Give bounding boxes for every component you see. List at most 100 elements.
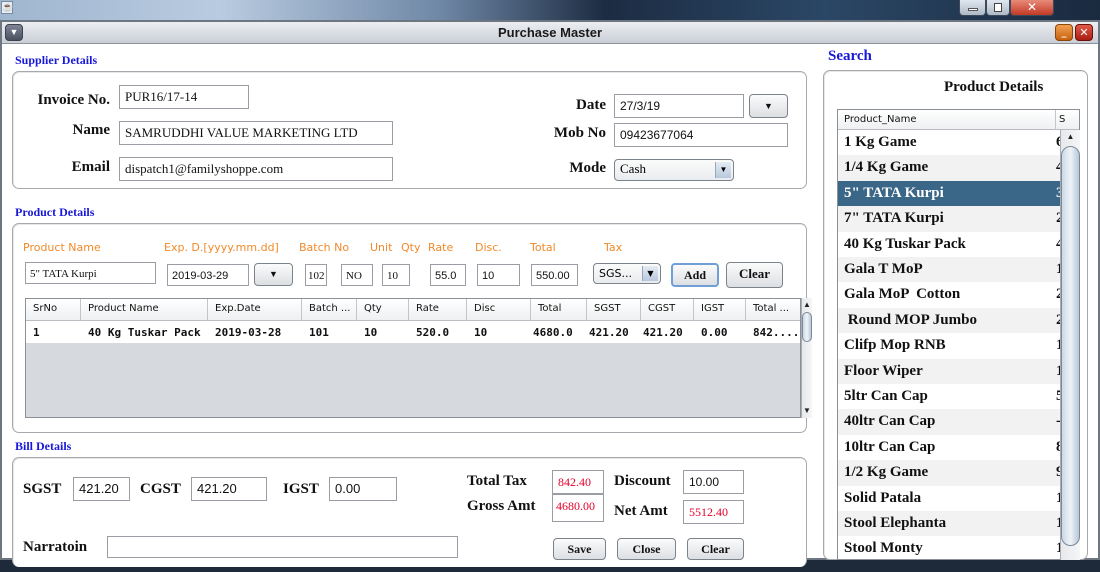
search-section-title[interactable]: Search xyxy=(828,48,872,65)
cell-exp-date: 2019-03-28 xyxy=(215,326,282,339)
list-item[interactable]: Solid Patala1 xyxy=(838,486,1061,511)
list-item[interactable]: Stool Monty1 xyxy=(838,536,1061,559)
date-picker-button[interactable]: ▼ xyxy=(749,94,788,118)
list-item[interactable]: 7" TATA Kurpi2 xyxy=(838,206,1061,232)
window-titlebar: Purchase Master xyxy=(2,22,1098,44)
list-item[interactable]: Gala MoP Cotton2 xyxy=(838,282,1061,307)
exp-date-field[interactable]: 2019-03-29 xyxy=(167,264,249,286)
scroll-down-icon[interactable]: ▼ xyxy=(802,404,812,418)
col-sgst[interactable]: SGST xyxy=(587,299,641,321)
list-item[interactable]: Clifp Mop RNB1 xyxy=(838,333,1061,358)
product-name: Gala MoP Cotton xyxy=(844,286,961,303)
net-amt-label: Net Amt xyxy=(614,503,668,519)
frame-close-button[interactable]: ✕ xyxy=(1075,24,1093,41)
os-minimize-button[interactable] xyxy=(959,0,986,16)
product-name: 7" TATA Kurpi xyxy=(844,210,944,227)
discount-field[interactable]: 10.00 xyxy=(683,470,744,494)
items-table-scrollbar[interactable]: ▲ ▼ xyxy=(801,298,812,418)
col-qty[interactable]: Qty xyxy=(357,299,409,321)
name-label: Name xyxy=(72,122,111,138)
total-tax-field[interactable]: 842.40 xyxy=(552,470,604,494)
gross-amt-label: Gross Amt xyxy=(467,498,536,514)
col-cgst[interactable]: CGST xyxy=(641,299,694,321)
list-item[interactable]: Floor Wiper1 xyxy=(838,358,1061,384)
date-field[interactable]: 27/3/19 xyxy=(614,94,744,118)
col-product-name[interactable]: Product_Name xyxy=(838,110,1056,130)
list-item[interactable]: 10ltr Can Cap8 xyxy=(838,435,1061,460)
email-field[interactable]: dispatch1@familyshoppe.com xyxy=(119,157,393,181)
cgst-field[interactable]: 421.20 xyxy=(191,477,267,501)
sgst-field[interactable]: 421.20 xyxy=(73,477,130,501)
col-srno[interactable]: SrNo xyxy=(26,299,81,321)
os-maximize-button[interactable] xyxy=(986,0,1010,16)
add-button[interactable]: Add xyxy=(671,263,719,287)
os-close-button[interactable]: ✕ xyxy=(1010,0,1054,16)
list-item[interactable]: 40 Kg Tuskar Pack4 xyxy=(838,232,1061,257)
bill-clear-button[interactable]: Clear xyxy=(687,538,744,560)
narration-label: Narratoin xyxy=(23,539,88,555)
list-item[interactable]: 1 Kg Game6 xyxy=(838,130,1061,155)
mode-label: Mode xyxy=(569,160,606,176)
col-total[interactable]: Total xyxy=(531,299,587,321)
narration-field[interactable] xyxy=(107,536,458,558)
product-name: Stool Monty xyxy=(844,540,923,557)
list-item[interactable]: Gala T MoP1 xyxy=(838,257,1061,283)
scroll-up-icon[interactable]: ▲ xyxy=(1061,130,1080,144)
java-app-icon: ☕ xyxy=(1,1,14,14)
col-rate[interactable]: Rate xyxy=(409,299,467,321)
scroll-thumb[interactable] xyxy=(1061,146,1080,546)
tax-label: Tax xyxy=(604,241,623,254)
list-item[interactable]: 5ltr Can Cap5 xyxy=(838,384,1061,409)
qty-field[interactable]: 10 xyxy=(382,264,410,286)
list-item[interactable]: 40ltr Can Cap - xyxy=(838,409,1061,435)
save-button[interactable]: Save xyxy=(553,538,606,560)
list-item[interactable]: 1/2 Kg Game9 xyxy=(838,460,1061,486)
product-name-field[interactable]: 5" TATA Kurpi xyxy=(25,262,156,284)
name-field[interactable]: SAMRUDDHI VALUE MARKETING LTD xyxy=(119,121,393,145)
col-exp-date[interactable]: Exp.Date xyxy=(208,299,302,321)
product-name-label: Product Name xyxy=(23,241,101,254)
unit-field[interactable]: NO xyxy=(341,264,373,286)
cell-batch: 101 xyxy=(309,326,329,339)
mob-field[interactable]: 09423677064 xyxy=(614,123,788,147)
col-stock[interactable]: S xyxy=(1056,110,1079,130)
cgst-label: CGST xyxy=(140,481,181,497)
batch-no-label: Batch No xyxy=(299,241,350,254)
list-item[interactable]: Stool Elephanta1 xyxy=(838,511,1061,537)
batch-no-field[interactable]: 102 xyxy=(305,264,327,286)
col-disc[interactable]: Disc xyxy=(467,299,531,321)
mode-select[interactable]: Cash ▼ xyxy=(614,159,734,181)
search-table-scrollbar[interactable]: ▲ xyxy=(1060,130,1080,560)
scroll-up-icon[interactable]: ▲ xyxy=(802,298,812,312)
col-batch[interactable]: Batch ... xyxy=(302,299,357,321)
items-table: SrNo Product Name Exp.Date Batch ... Qty… xyxy=(25,298,801,418)
disc-field[interactable]: 10 xyxy=(477,264,520,286)
list-item[interactable]: 1/4 Kg Game4 xyxy=(838,155,1061,181)
product-clear-button[interactable]: Clear xyxy=(726,262,783,288)
col-total-tax[interactable]: Total ... xyxy=(746,299,800,321)
email-label: Email xyxy=(71,159,110,175)
tax-select[interactable]: SGS... ▼ xyxy=(593,263,661,284)
col-igst[interactable]: IGST xyxy=(694,299,746,321)
exp-date-picker-button[interactable]: ▼ xyxy=(254,263,293,286)
scroll-thumb[interactable] xyxy=(802,312,812,342)
col-product-name[interactable]: Product Name xyxy=(81,299,208,321)
table-row[interactable]: 1 40 Kg Tuskar Pack 2019-03-28 101 10 52… xyxy=(26,321,800,343)
product-name: Floor Wiper xyxy=(844,362,923,379)
list-item[interactable]: 5" TATA Kurpi3 xyxy=(838,180,1061,207)
gross-amt-field[interactable]: 4680.00 xyxy=(552,494,604,522)
cell-srno: 1 xyxy=(33,326,40,339)
close-button[interactable]: Close xyxy=(617,538,676,560)
cell-cgst: 421.20 xyxy=(643,326,683,339)
frame-minimize-button[interactable]: _ xyxy=(1055,24,1073,41)
list-item[interactable]: Round MOP Jumbo2 xyxy=(838,307,1061,334)
rate-field[interactable]: 55.0 xyxy=(430,264,466,286)
chevron-down-icon: ▼ xyxy=(764,101,773,111)
igst-field[interactable]: 0.00 xyxy=(329,477,397,501)
invoice-field[interactable]: PUR16/17-14 xyxy=(119,85,249,109)
system-menu-button[interactable]: ▼ xyxy=(5,24,23,41)
net-amt-field[interactable]: 5512.40 xyxy=(683,500,744,524)
product-name: 1/4 Kg Game xyxy=(844,159,929,176)
unit-label: Unit xyxy=(370,241,393,254)
total-field[interactable]: 550.00 xyxy=(531,264,578,286)
